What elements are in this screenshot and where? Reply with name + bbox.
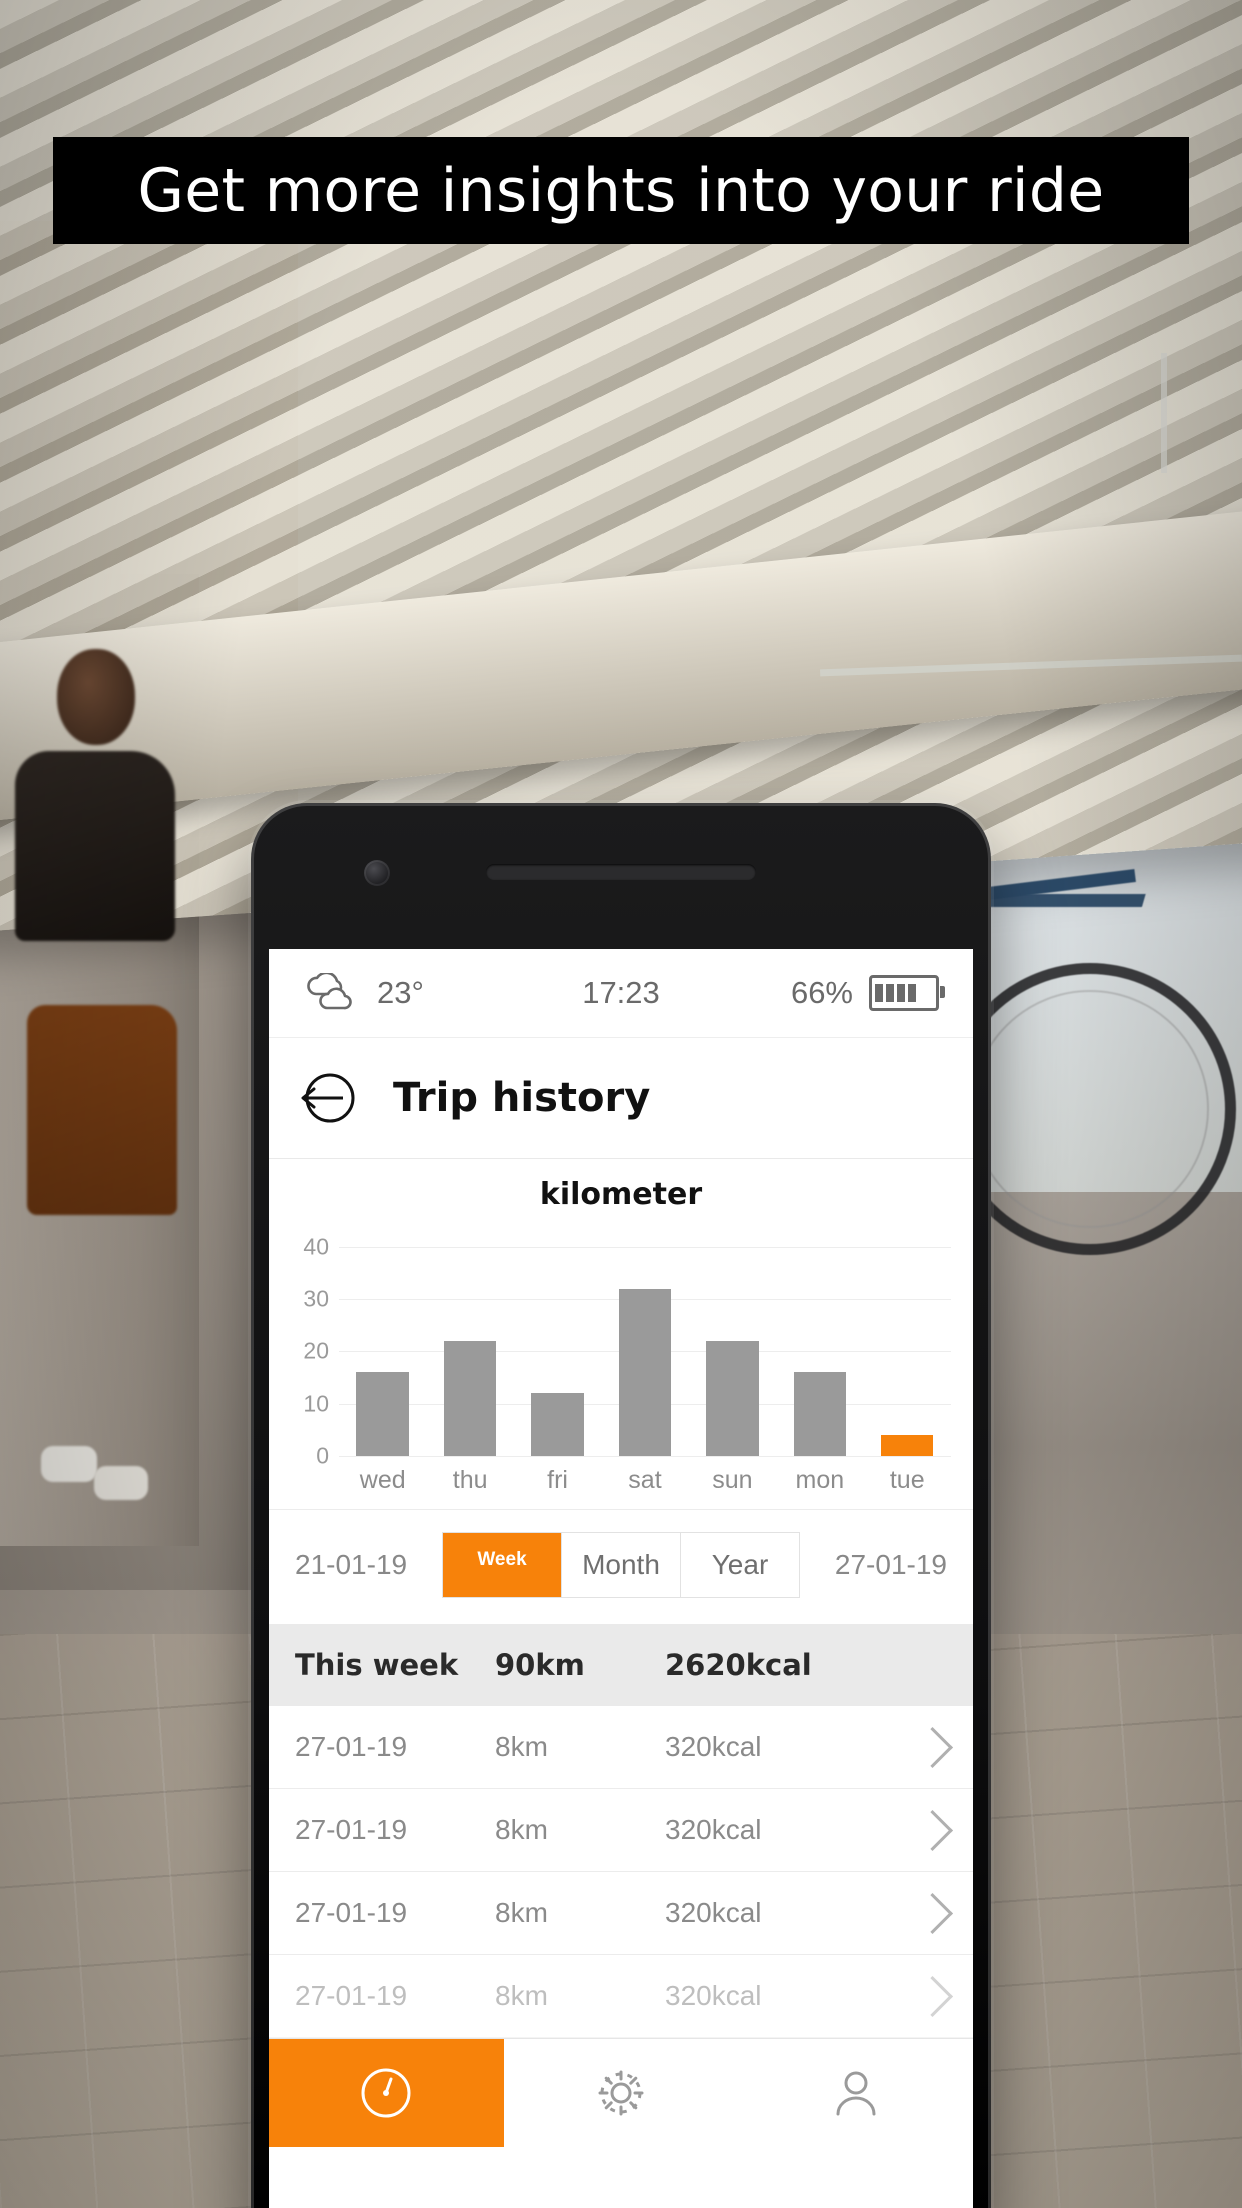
- chart-x-label: fri: [547, 1466, 568, 1494]
- temperature-label: 23°: [377, 975, 424, 1010]
- status-bar: 23° 17:23 66%: [269, 949, 973, 1038]
- trip-list: 27-01-19 8km 320kcal 27-01-19 8km 320kcal 27-0…: [269, 1706, 973, 2038]
- table-row[interactable]: 27-01-19 8km 320kcal: [269, 1706, 973, 1789]
- chevron-right-icon: [911, 1975, 954, 2017]
- promo-headline-text: Get more insights into your ride: [137, 155, 1105, 226]
- chart-x-axis-labels: wed thu fri sat sun mon tue: [291, 1466, 951, 1495]
- chart-x-label: sun: [712, 1466, 753, 1494]
- chart-bar-slot: [601, 1226, 688, 1456]
- range-end-date: 27-01-19: [834, 1549, 947, 1580]
- range-option-year[interactable]: Year: [681, 1533, 799, 1597]
- trip-distance: 8km: [495, 1897, 548, 1928]
- chart-bar-slot: [689, 1226, 776, 1456]
- chart-bar[interactable]: [793, 1372, 847, 1456]
- chevron-right-icon: [911, 1809, 954, 1851]
- phone-mockup: 23° 17:23 66% Trip history kilometer 40 …: [251, 803, 991, 2208]
- trip-energy: 320kcal: [665, 1897, 762, 1928]
- chart-bar[interactable]: [706, 1341, 759, 1456]
- chart-bar-slot: [514, 1226, 601, 1456]
- chart-y-tick: 10: [303, 1390, 329, 1417]
- bottom-tab-bar: [269, 2038, 973, 2147]
- chart-y-tick: 0: [316, 1442, 329, 1469]
- battery-percent-label: 66%: [790, 975, 853, 1010]
- table-row[interactable]: 27-01-19 8km 320kcal: [269, 1872, 973, 1955]
- trip-date: 27-01-19: [295, 1897, 408, 1928]
- chart-bar[interactable]: [443, 1341, 497, 1456]
- chart-gridline: [339, 1456, 951, 1457]
- battery-icon: [869, 975, 945, 1011]
- chart-bar-slot: [339, 1226, 426, 1456]
- summary-energy: 2620kcal: [665, 1648, 812, 1682]
- chart-y-tick: 40: [303, 1233, 329, 1260]
- chart-bar[interactable]: [881, 1435, 934, 1456]
- trip-distance: 8km: [495, 1980, 548, 2011]
- chart-y-tick: 30: [303, 1285, 329, 1312]
- chevron-right-icon: [911, 1892, 954, 1934]
- promo-headline-banner: Get more insights into your ride: [53, 137, 1189, 244]
- trip-distance: 8km: [495, 1731, 548, 1762]
- page-header: Trip history: [269, 1038, 973, 1158]
- speedometer-icon: [361, 2068, 411, 2118]
- trip-energy: 320kcal: [665, 1814, 762, 1845]
- chart-bars: [339, 1226, 951, 1456]
- promo-screenshot: Get more insights into your ride 23° 17:…: [0, 0, 1242, 2208]
- earpiece-speaker: [486, 864, 756, 880]
- summary-label: This week: [295, 1648, 459, 1682]
- chevron-right-icon: [911, 1726, 954, 1768]
- front-camera: [364, 860, 390, 886]
- range-start-date: 21-01-19: [295, 1549, 408, 1580]
- chart-x-label: sat: [628, 1466, 662, 1494]
- range-option-week[interactable]: Week: [443, 1533, 562, 1597]
- range-segmented-control[interactable]: Week Month Year: [442, 1532, 800, 1598]
- chart-bar[interactable]: [618, 1288, 672, 1456]
- gear-icon: [598, 2070, 644, 2116]
- table-row[interactable]: 27-01-19 8km 320kcal: [269, 1955, 973, 2038]
- back-arrow-circle-icon[interactable]: [295, 1067, 357, 1129]
- chart-bar-slot: [426, 1226, 513, 1456]
- trip-energy: 320kcal: [665, 1731, 762, 1762]
- range-option-month[interactable]: Month: [562, 1533, 681, 1597]
- table-row[interactable]: 27-01-19 8km 320kcal: [269, 1789, 973, 1872]
- summary-row: This week 90km 2620kcal: [269, 1624, 973, 1706]
- tab-settings[interactable]: [504, 2039, 739, 2147]
- user-icon: [836, 2071, 876, 2116]
- summary-distance: 90km: [495, 1648, 585, 1682]
- status-weather: 23°: [303, 973, 515, 1013]
- chart-bar-slot: [776, 1226, 863, 1456]
- chart-title: kilometer: [539, 1177, 703, 1212]
- phone-screen: 23° 17:23 66% Trip history kilometer 40 …: [269, 949, 973, 2208]
- chart-bar[interactable]: [356, 1372, 409, 1456]
- chart-x-label: mon: [795, 1466, 845, 1494]
- trip-distance: 8km: [495, 1814, 548, 1845]
- chart-x-label: tue: [889, 1466, 925, 1494]
- cloud-icon: [307, 973, 352, 1010]
- trip-date: 27-01-19: [295, 1731, 408, 1762]
- chart-plot: 40 30 20 10 0: [291, 1226, 951, 1469]
- chart-card: kilometer 40 30 20 10 0 wed thu fri sat sun mon tu…: [269, 1158, 973, 1495]
- status-time: 17:23: [515, 975, 727, 1011]
- trip-date: 27-01-19: [295, 1980, 408, 2011]
- trip-energy: 320kcal: [665, 1980, 762, 2011]
- chart-y-axis: 40 30 20 10 0: [291, 1226, 335, 1468]
- chart-x-label: wed: [359, 1466, 406, 1494]
- range-selector: 21-01-19 Week Month Year 27-01-19: [269, 1509, 973, 1624]
- status-battery: 66%: [727, 975, 945, 1011]
- page-title: Trip history: [393, 1075, 651, 1121]
- chart-bar-slot: [864, 1226, 951, 1456]
- tab-dashboard[interactable]: [269, 2039, 504, 2147]
- tab-profile[interactable]: [738, 2039, 973, 2147]
- chart-x-label: thu: [452, 1466, 488, 1494]
- trip-date: 27-01-19: [295, 1814, 408, 1845]
- chart-bar[interactable]: [531, 1393, 584, 1456]
- clock-label: 17:23: [582, 975, 660, 1010]
- chart-y-tick: 20: [303, 1337, 329, 1364]
